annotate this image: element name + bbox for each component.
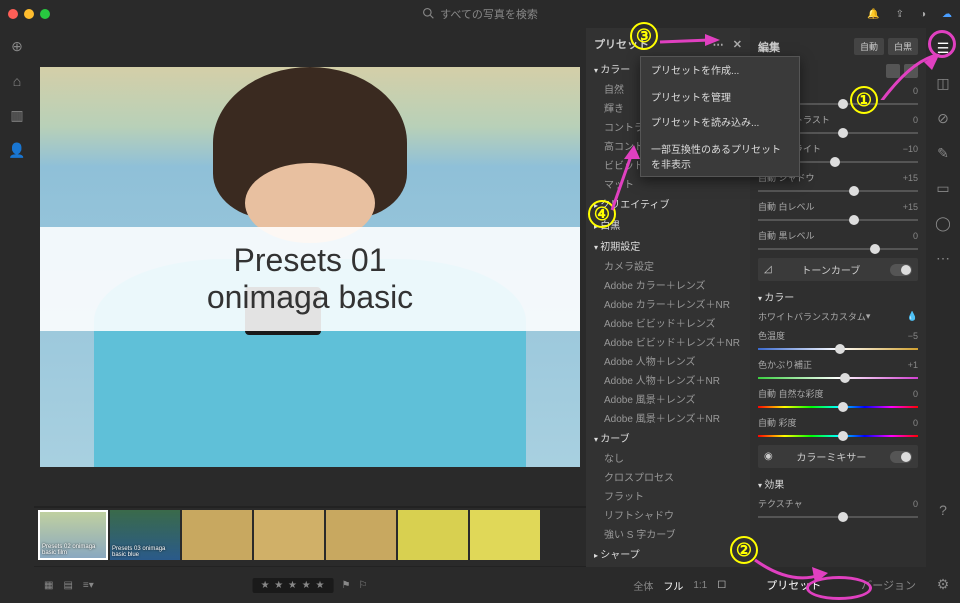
tone-curve-icon: ◿ <box>764 264 772 275</box>
close-window[interactable] <box>8 9 18 19</box>
color-mixer-row[interactable]: ◉ カラーミキサー <box>758 445 918 468</box>
preset-item[interactable]: Adobe 風景＋レンズ＋NR <box>594 408 742 427</box>
profile-thumb-icon[interactable] <box>904 64 918 78</box>
radial-gradient-icon[interactable]: ◯ <box>935 215 951 232</box>
zoom-1to1[interactable]: 1:1 <box>693 580 707 591</box>
preset-group[interactable]: シャープ <box>594 543 742 564</box>
bottom-bar: ▦ ▤ ≡▾ ★ ★ ★ ★ ★ ⚑ ⚐ <box>34 567 586 603</box>
menu-import-presets[interactable]: プリセットを読み込み... <box>641 109 799 134</box>
main-view: Presets 01 onimaga basic <box>34 28 586 506</box>
profile-thumb-icon[interactable] <box>886 64 900 78</box>
cloud-sync-icon[interactable]: ◑ <box>920 9 926 20</box>
image-text-overlay: Presets 01 onimaga basic <box>40 227 580 331</box>
sort-icon[interactable]: ≡▾ <box>83 580 94 591</box>
whites-slider[interactable] <box>758 219 918 221</box>
right-rail: ☰ ◫ ⊘ ✎ ▭ ◯ ⋯ ? ⚙ <box>926 28 960 603</box>
search-bar[interactable]: すべての写真を検索 <box>422 6 538 22</box>
section-color[interactable]: カラー <box>758 289 918 304</box>
preset-group[interactable]: 初期設定 <box>594 235 742 256</box>
linear-gradient-icon[interactable]: ▭ <box>936 180 949 197</box>
edit-title: 編集 <box>758 39 780 55</box>
search-placeholder: すべての写真を検索 <box>440 6 538 22</box>
menu-create-preset[interactable]: プリセットを作成... <box>641 57 799 82</box>
menu-hide-incompatible[interactable]: 一部互換性のあるプリセットを非表示 <box>641 136 799 176</box>
preset-item[interactable]: クロスプロセス <box>594 467 742 486</box>
bw-button[interactable]: 白黒 <box>888 38 918 55</box>
minimize-window[interactable] <box>24 9 34 19</box>
tint-slider[interactable] <box>758 377 918 379</box>
preset-item[interactable]: 強い S 字カーブ <box>594 524 742 543</box>
presets-menu-icon[interactable]: ⋯ ✕ <box>713 38 742 51</box>
search-icon <box>422 7 434 22</box>
brush-icon[interactable]: ✎ <box>937 145 949 162</box>
compare-icon[interactable]: ☐ <box>717 580 726 591</box>
annotation-oval-preset-btn <box>806 576 872 600</box>
presets-context-menu: プリセットを作成... プリセットを管理 プリセットを読み込み... 一部互換性… <box>640 56 800 177</box>
preset-item[interactable]: Adobe カラー＋レンズ＋NR <box>594 294 742 313</box>
preset-group[interactable]: クリエイティブ <box>594 193 742 214</box>
filmstrip: Presets 02 onimaga basic film Presets 03… <box>34 508 586 566</box>
zoom-fit[interactable]: 全体 <box>633 578 653 593</box>
saturation-slider[interactable] <box>758 435 918 437</box>
preset-item[interactable]: リフトシャドウ <box>594 505 742 524</box>
texture-slider[interactable] <box>758 516 918 518</box>
annotation-oval-1 <box>928 30 956 58</box>
flag-reject-icon[interactable]: ⚐ <box>358 580 367 591</box>
preset-item[interactable]: Adobe 人物＋レンズ＋NR <box>594 370 742 389</box>
preset-item[interactable]: カメラ設定 <box>594 256 742 275</box>
rating-stars[interactable]: ★ ★ ★ ★ ★ <box>253 578 334 593</box>
preset-item[interactable]: フラット <box>594 486 742 505</box>
thumbnail[interactable] <box>398 510 468 560</box>
share-icon[interactable]: ⇪ <box>896 9 904 20</box>
preset-item[interactable]: Adobe 風景＋レンズ <box>594 389 742 408</box>
presets-title: プリセット <box>594 36 649 52</box>
color-mixer-toggle[interactable] <box>890 451 912 463</box>
settings-gear-icon[interactable]: ⚙ <box>937 576 950 593</box>
flag-pick-icon[interactable]: ⚑ <box>342 580 351 591</box>
zoom-bar: 全体 フル 1:1 ☐ プリセット バージョン <box>586 567 926 603</box>
more-icon[interactable]: ⋯ <box>936 250 950 267</box>
thumbnail[interactable] <box>182 510 252 560</box>
crop-icon[interactable]: ◫ <box>936 75 949 92</box>
grid-view-icon[interactable]: ▦ <box>44 580 53 591</box>
preset-group[interactable]: カーブ <box>594 427 742 448</box>
temp-slider[interactable] <box>758 348 918 350</box>
tone-curve-toggle[interactable] <box>890 264 912 276</box>
preset-item[interactable]: Adobe ビビッド＋レンズ <box>594 313 742 332</box>
eyedropper-icon[interactable]: 💧 <box>907 311 918 322</box>
zoom-fill[interactable]: フル <box>663 578 683 593</box>
preset-item[interactable]: Adobe 人物＋レンズ <box>594 351 742 370</box>
people-icon[interactable]: 👤 <box>8 142 25 159</box>
preset-item[interactable]: Adobe ビビッド＋レンズ＋NR <box>594 332 742 351</box>
preset-group[interactable]: 白黒 <box>594 214 742 235</box>
maximize-window[interactable] <box>40 9 50 19</box>
thumbnail[interactable] <box>254 510 324 560</box>
heal-icon[interactable]: ⊘ <box>937 110 949 127</box>
tone-curve-row[interactable]: ◿ トーンカーブ <box>758 258 918 281</box>
thumbnail[interactable]: Presets 03 onimaga basic blue <box>110 510 180 560</box>
preset-item[interactable]: Adobe カラー＋レンズ <box>594 275 742 294</box>
vibrance-slider[interactable] <box>758 406 918 408</box>
left-rail: ⊕ ⌂ ▥ 👤 <box>0 28 34 603</box>
window-controls <box>8 9 50 19</box>
home-icon[interactable]: ⌂ <box>13 73 21 89</box>
cloud-icon[interactable]: ☁ <box>942 9 952 20</box>
blacks-slider[interactable] <box>758 248 918 250</box>
preset-item[interactable]: なし <box>594 448 742 467</box>
menu-manage-presets[interactable]: プリセットを管理 <box>641 84 799 109</box>
add-photos-icon[interactable]: ⊕ <box>11 38 23 55</box>
thumbnail[interactable]: Presets 02 onimaga basic film <box>38 510 108 560</box>
color-mixer-icon: ◉ <box>764 451 773 462</box>
help-icon[interactable]: ? <box>939 502 947 518</box>
thumbnail[interactable] <box>470 510 540 560</box>
stack-view-icon[interactable]: ▤ <box>63 580 72 591</box>
bell-icon[interactable]: 🔔 <box>867 9 879 20</box>
section-effect[interactable]: 効果 <box>758 476 918 491</box>
titlebar: すべての写真を検索 🔔 ⇪ ◑ ☁ <box>0 0 960 28</box>
auto-button[interactable]: 自動 <box>854 38 884 55</box>
thumbnail[interactable] <box>326 510 396 560</box>
library-icon[interactable]: ▥ <box>10 107 23 124</box>
preview-image[interactable]: Presets 01 onimaga basic <box>40 67 580 467</box>
shadows-slider[interactable] <box>758 190 918 192</box>
